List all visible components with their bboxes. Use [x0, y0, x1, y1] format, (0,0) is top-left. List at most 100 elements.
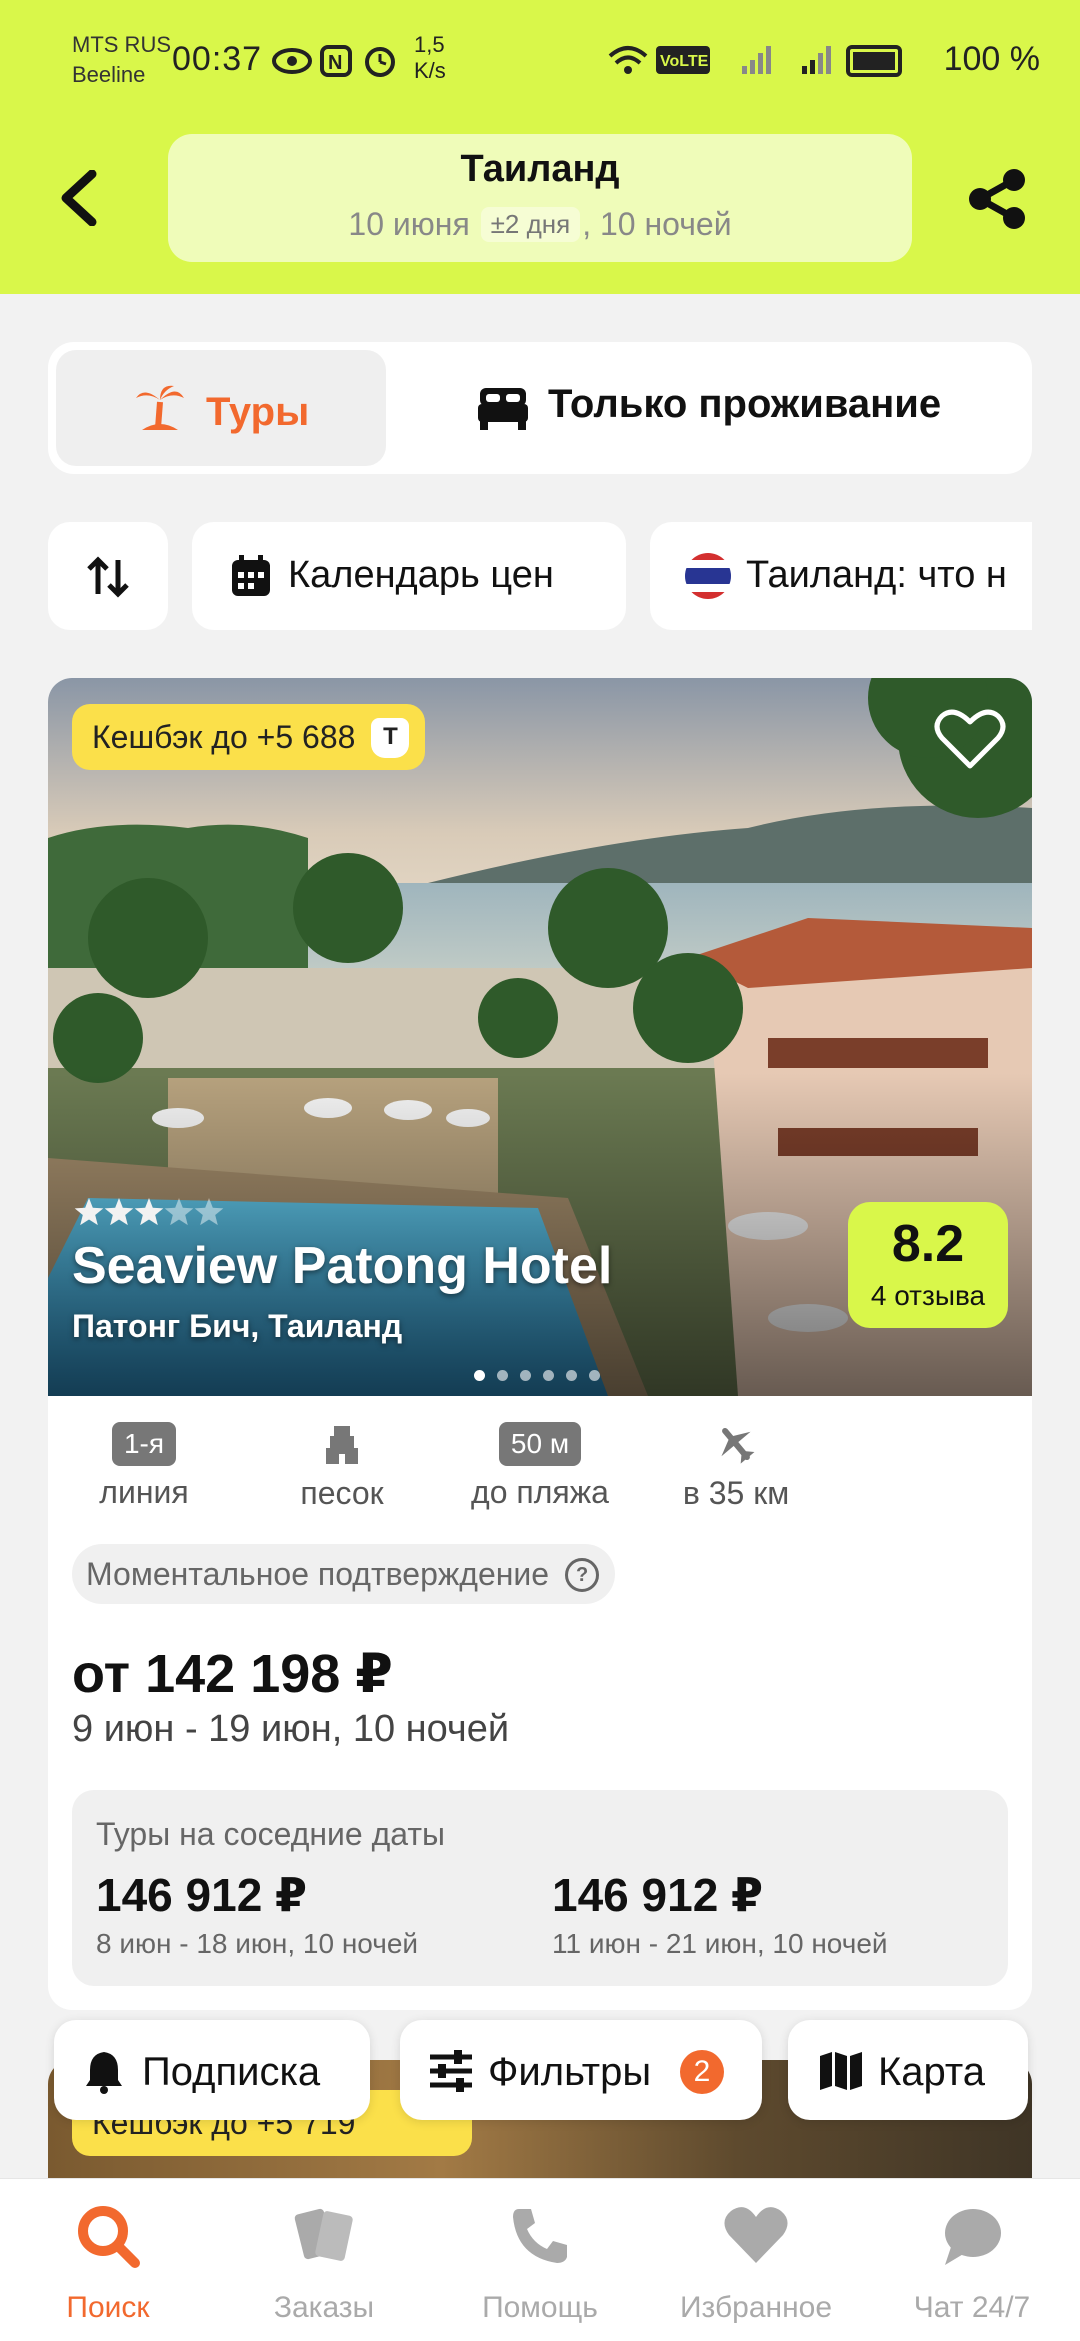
- header: MTS RUS Beeline 00:37 N 1,5 K/s VoLTE 10…: [0, 0, 1080, 294]
- pager-dot: [589, 1370, 600, 1381]
- svg-text:VoLTE: VoLTE: [660, 53, 709, 70]
- star-filled-icon: [74, 1198, 104, 1226]
- feature-distance-badge: 50 м: [498, 1422, 582, 1466]
- feature-distance-label: до пляжа: [471, 1474, 609, 1510]
- nearby-dates-panel: Туры на соседние даты 146 912 ₽ 8 июн - …: [72, 1790, 1008, 1986]
- plane-icon: [721, 1427, 755, 1464]
- instant-confirmation-tag[interactable]: Моментальное подтверждение ?: [72, 1544, 616, 1604]
- search-icon: [78, 2206, 140, 2268]
- feature-sand-label: песок: [300, 1475, 384, 1511]
- rating-badge[interactable]: 8.2 4 отзыва: [848, 1202, 1008, 1328]
- hotel-card[interactable]: Кешбэк до +5 688 Т Seaview Patong Hotel …: [48, 678, 1032, 2010]
- star-filled-icon: [104, 1198, 134, 1226]
- bottom-nav: Поиск Заказы Помощь Избранное Чат 24/7: [0, 2178, 1080, 2341]
- hotel-photo[interactable]: Кешбэк до +5 688 Т Seaview Patong Hotel …: [48, 678, 1032, 1396]
- thailand-flag-icon: [685, 553, 731, 599]
- bed-icon: [478, 388, 528, 430]
- feature-airport-label: в 35 км: [682, 1475, 790, 1511]
- map-label: Карта: [878, 2050, 986, 2094]
- cashback-text: Кешбэк до +5 688: [92, 719, 356, 755]
- sort-button[interactable]: [48, 522, 168, 630]
- feature-beach-distance: 50 м до пляжа: [450, 1422, 630, 1511]
- tab-stay-only[interactable]: Только проживание: [548, 382, 941, 427]
- help-question-icon[interactable]: ?: [565, 1558, 600, 1592]
- feature-line-label: линия: [99, 1474, 189, 1510]
- price-calendar-label: Календарь цен: [288, 554, 554, 596]
- map-button[interactable]: Карта: [788, 2020, 1028, 2120]
- feature-sand: песок: [252, 1422, 432, 1512]
- share-icon[interactable]: [962, 168, 1032, 230]
- country-guide-label: Таиланд: что н: [746, 554, 1007, 596]
- instant-confirmation-text: Моментальное подтверждение: [86, 1556, 550, 1592]
- pager-dot: [520, 1370, 531, 1381]
- destination-title: Таиланд: [460, 148, 620, 190]
- tour-price: от 142 198 ₽: [72, 1644, 393, 1704]
- star-empty-icon: [164, 1198, 194, 1226]
- filters-button[interactable]: Фильтры 2: [400, 2020, 762, 2120]
- nav-search-label: Поиск: [66, 2291, 150, 2324]
- phone-icon: [513, 2209, 567, 2263]
- net-speed-unit: K/s: [414, 58, 446, 83]
- nav-help-label: Помощь: [482, 2291, 598, 2324]
- nav-help[interactable]: Помощь: [432, 2179, 648, 2341]
- date-flex-tag: ±2 дня: [480, 207, 581, 242]
- tab-tours[interactable]: Туры: [56, 350, 386, 466]
- cashback-badge: Кешбэк до +5 688 Т: [72, 704, 426, 770]
- back-arrow-icon[interactable]: [58, 170, 98, 226]
- star-empty-icon: [194, 1198, 224, 1226]
- net-speed-value: 1,5: [414, 32, 445, 57]
- trip-date: 10 июня: [348, 206, 470, 242]
- nearby-price-2[interactable]: 146 912 ₽: [552, 1868, 763, 1922]
- nav-chat[interactable]: Чат 24/7: [864, 2179, 1080, 2341]
- sort-arrows-icon: [87, 556, 129, 598]
- nav-favorites[interactable]: Избранное: [648, 2179, 864, 2341]
- country-guide-chip[interactable]: Таиланд: что н: [650, 522, 1032, 630]
- mode-switch: Туры Только проживание: [48, 342, 1032, 474]
- chat-bubble-icon: [945, 2209, 1001, 2265]
- status-time: 00:37: [172, 40, 263, 78]
- subscribe-label: Подписка: [142, 2050, 321, 2094]
- pager-dot: [497, 1370, 508, 1381]
- nav-search[interactable]: Поиск: [0, 2179, 216, 2341]
- price-calendar-chip[interactable]: Календарь цен: [192, 522, 626, 630]
- filters-label: Фильтры: [488, 2050, 652, 2094]
- nearby-dates-2[interactable]: 11 июн - 21 июн, 10 ночей: [552, 1928, 888, 1960]
- filters-count-badge: 2: [680, 2050, 724, 2094]
- nav-orders[interactable]: Заказы: [216, 2179, 432, 2341]
- tickets-icon: [294, 2208, 353, 2261]
- favorite-heart-icon[interactable]: [934, 708, 1006, 772]
- battery-percent: 100 %: [943, 40, 1040, 78]
- carrier-1: MTS RUS: [72, 32, 171, 57]
- feature-airport: в 35 км: [646, 1422, 826, 1512]
- photo-pager-dots: [474, 1368, 612, 1386]
- nav-orders-label: Заказы: [273, 2291, 375, 2324]
- rating-value: 8.2: [891, 1215, 965, 1273]
- trip-dates: 10 июня ±2 дня, 10 ночей: [168, 206, 912, 243]
- nearby-dates-1[interactable]: 8 июн - 18 июн, 10 ночей: [96, 1928, 418, 1960]
- star-filled-icon: [134, 1198, 164, 1226]
- svg-text:N: N: [328, 52, 342, 74]
- trip-nights: , 10 ночей: [582, 206, 732, 242]
- calendar-icon: [232, 555, 270, 596]
- nav-chat-label: Чат 24/7: [913, 2291, 1031, 2324]
- pager-dot: [566, 1370, 577, 1381]
- status-bar: MTS RUS Beeline 00:37 N 1,5 K/s VoLTE 10…: [0, 0, 1080, 110]
- hotel-stars: [74, 1198, 224, 1226]
- sand-castle-icon: [326, 1426, 358, 1464]
- filter-sliders-icon: [430, 2050, 472, 2092]
- hotel-location: Патонг Бич, Таиланд: [72, 1308, 403, 1344]
- feature-line: 1-я линия: [54, 1422, 234, 1511]
- map-icon: [820, 2052, 862, 2090]
- feature-line-badge: 1-я: [111, 1422, 177, 1466]
- nearby-dates-title: Туры на соседние даты: [96, 1816, 446, 1852]
- bank-logo-icon: Т: [371, 718, 410, 758]
- pager-dot: [543, 1370, 554, 1381]
- search-summary[interactable]: Таиланд 10 июня ±2 дня, 10 ночей: [168, 134, 912, 262]
- tour-dates: 9 июн - 19 июн, 10 ночей: [72, 1708, 510, 1750]
- nav-favorites-label: Избранное: [679, 2291, 833, 2324]
- review-count: 4 отзыва: [870, 1280, 986, 1311]
- tab-tours-label: Туры: [206, 390, 310, 434]
- subscribe-button[interactable]: Подписка: [54, 2020, 370, 2120]
- pager-dot: [474, 1370, 485, 1381]
- nearby-price-1[interactable]: 146 912 ₽: [96, 1868, 307, 1922]
